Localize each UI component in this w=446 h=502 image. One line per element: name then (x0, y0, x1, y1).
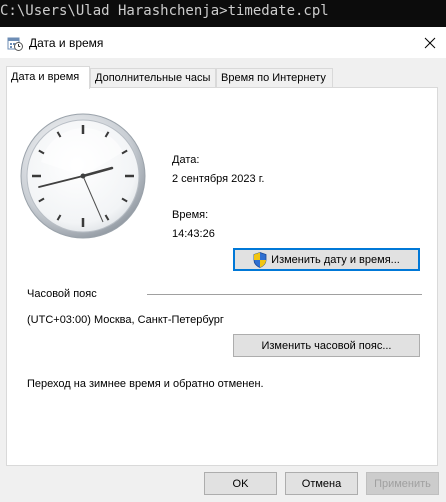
ok-button[interactable]: OK (204, 472, 277, 495)
date-value: 2 сентября 2023 г. (172, 173, 265, 185)
tab-date-time[interactable]: Дата и время (6, 66, 90, 89)
timezone-value: (UTC+03:00) Москва, Санкт-Петербург (27, 314, 224, 326)
window-title: Дата и время (29, 36, 104, 50)
title-bar: Дата и время (0, 27, 446, 58)
timezone-separator (147, 294, 422, 295)
close-icon[interactable] (418, 31, 442, 55)
change-date-time-button[interactable]: Изменить дату и время... (233, 248, 420, 271)
cancel-button[interactable]: Отмена (285, 472, 358, 495)
console-window: C:\Users\Ulad Harashchenja>timedate.cpl (0, 0, 446, 27)
timezone-section-label: Часовой пояс (27, 288, 97, 300)
time-value: 14:43:26 (172, 228, 215, 240)
analog-clock (20, 113, 146, 239)
tab-additional-clocks[interactable]: Дополнительные часы (90, 68, 216, 88)
change-date-time-label: Изменить дату и время... (271, 253, 400, 266)
date-time-dialog: Дата и время Дата и время Дополнительные… (0, 27, 446, 502)
date-label: Дата: (172, 154, 200, 166)
uac-shield-icon (253, 251, 267, 268)
tab-strip: Дата и время Дополнительные часы Время п… (6, 66, 438, 89)
dst-note: Переход на зимнее время и обратно отмене… (27, 378, 264, 390)
apply-button[interactable]: Применить (366, 472, 439, 495)
clock-calendar-icon (7, 37, 23, 51)
console-command-line: C:\Users\Ulad Harashchenja>timedate.cpl (0, 3, 329, 19)
tab-internet-time[interactable]: Время по Интернету (216, 68, 333, 88)
time-label: Время: (172, 209, 209, 221)
tab-panel-date-time: Дата: 2 сентября 2023 г. Время: 14:43:26… (6, 87, 438, 466)
change-timezone-button[interactable]: Изменить часовой пояс... (233, 334, 420, 357)
